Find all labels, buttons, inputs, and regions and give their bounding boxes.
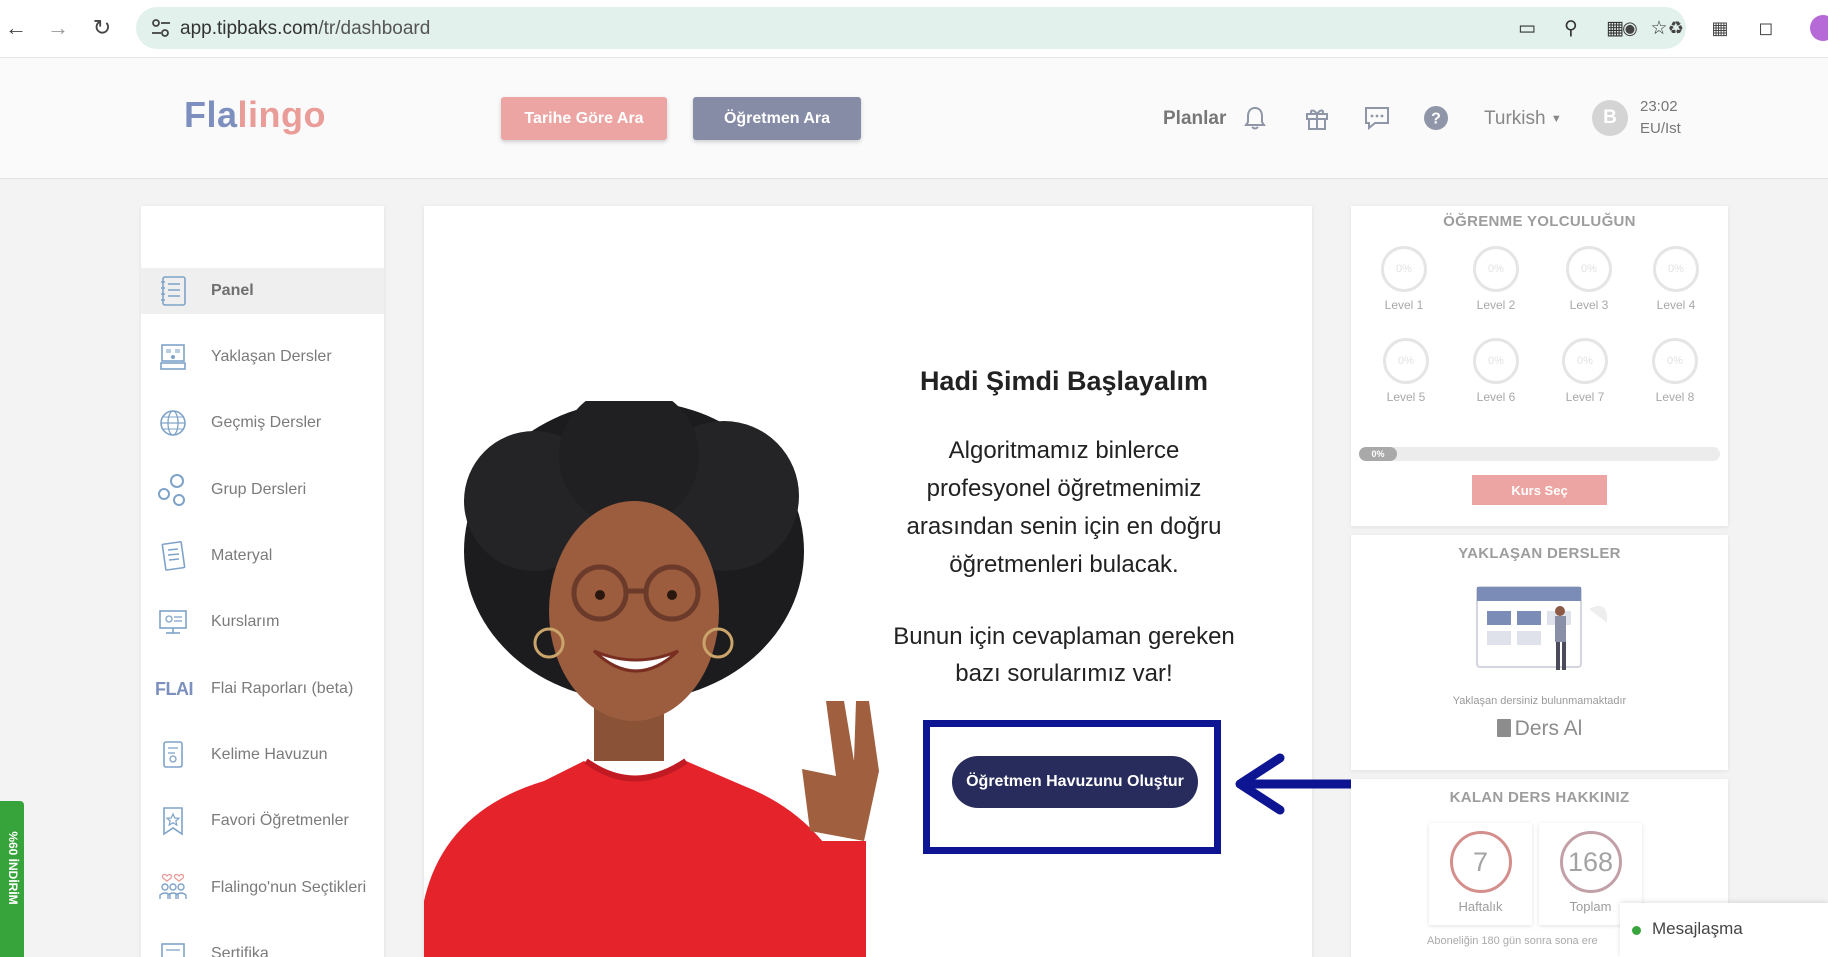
sidebar-item-picks[interactable]: Flalingo'nun Seçtikleri — [141, 865, 384, 911]
teacher-search-button[interactable]: Öğretmen Ara — [693, 97, 861, 140]
extension-icon-2[interactable]: ♻ — [1662, 14, 1690, 42]
flalingo-logo[interactable]: Flalingo — [184, 94, 326, 136]
flai-logo: FLAI — [155, 678, 194, 699]
level-7[interactable]: 0% Level 7 — [1550, 338, 1620, 404]
language-dropdown[interactable]: Turkish ▼ — [1484, 108, 1562, 130]
url-text: app.tipbaks.com/tr/dashboard — [180, 18, 431, 39]
site-header: Flalingo Tarihe Göre Ara Öğretmen Ara Pl… — [0, 58, 1828, 179]
site-settings-icon[interactable] — [150, 17, 172, 39]
bell-icon[interactable] — [1241, 104, 1269, 132]
monitor-icon — [159, 610, 187, 634]
globe-icon — [160, 410, 186, 436]
plans-link[interactable]: Planlar — [1163, 108, 1226, 130]
level-3[interactable]: 0% Level 3 — [1554, 246, 1624, 312]
create-teacher-pool-button[interactable]: Öğretmen Havuzunu Oluştur — [952, 756, 1198, 808]
welcome-title: Hadi Şimdi Başlayalım — [919, 366, 1209, 396]
back-icon[interactable]: ← — [0, 12, 32, 44]
journey-progress-bar: 0% — [1359, 447, 1720, 461]
discount-tab[interactable]: %60 İNDİRİM — [0, 801, 24, 957]
learning-journey-title: ÖĞRENME YOLCULUĞUN — [1443, 213, 1636, 230]
weekly-lessons-box: 7 Haftalık — [1429, 823, 1532, 925]
svg-text:?: ? — [1431, 111, 1441, 128]
certificate-icon — [161, 943, 185, 957]
welcome-card: Hadi Şimdi Başlayalım Algoritmamız binle… — [424, 206, 1312, 957]
sidebar-item-courses[interactable]: Kurslarım — [141, 599, 384, 645]
address-bar[interactable]: app.tipbaks.com/tr/dashboard ▭ ⚲ ▦ ☆ — [136, 7, 1686, 49]
notebook-icon — [161, 276, 186, 306]
document-icon — [1496, 719, 1511, 737]
sidebar: Panel Yaklaşan Dersler Geçmiş Dersler Gr… — [141, 206, 384, 957]
sidebar-item-certificate[interactable]: Sertifika — [141, 931, 384, 957]
level-4[interactable]: 0% Level 4 — [1641, 246, 1711, 312]
people-icon — [159, 873, 187, 899]
sidebar-item-panel[interactable]: Panel — [141, 268, 384, 314]
welcome-questions-text: Bunun için cevaplaman gereken bazı sorul… — [893, 623, 1235, 687]
sidebar-item-upcoming[interactable]: Yaklaşan Dersler — [141, 334, 384, 380]
sidebar-item-past[interactable]: Geçmiş Dersler — [141, 400, 384, 446]
extensions-puzzle-icon[interactable]: ◻ — [1752, 14, 1780, 42]
qr-icon[interactable]: ▦ — [1706, 14, 1734, 42]
calendar-icon — [160, 344, 186, 370]
sidebar-item-favorite-teachers[interactable]: Favori Öğretmenler — [141, 798, 384, 844]
gift-icon[interactable] — [1303, 104, 1331, 132]
online-status-icon — [1632, 926, 1641, 935]
level-6[interactable]: 0% Level 6 — [1461, 338, 1531, 404]
install-app-icon[interactable]: ▭ — [1514, 15, 1540, 41]
sidebar-item-word-pool[interactable]: Kelime Havuzun — [141, 732, 384, 778]
level-2[interactable]: 0% Level 2 — [1461, 246, 1531, 312]
help-icon[interactable]: ? — [1422, 104, 1450, 132]
select-course-button[interactable]: Kurs Seç — [1472, 475, 1607, 505]
clock: 23:02 EU/Ist — [1640, 98, 1681, 137]
subscription-note: Aboneliğin 180 gün sonra sona ere — [1427, 935, 1598, 947]
date-search-button[interactable]: Tarihe Göre Ara — [501, 97, 667, 140]
zoom-icon[interactable]: ⚲ — [1558, 15, 1584, 41]
document-icon — [161, 541, 186, 571]
messaging-widget[interactable]: Mesajlaşma — [1620, 903, 1828, 957]
message-icon[interactable] — [1363, 104, 1391, 132]
reload-icon[interactable]: ↻ — [86, 12, 118, 44]
upcoming-lessons-card: YAKLAŞAN DERSLER Yaklaşan dersiniz bulun… — [1351, 535, 1728, 770]
bubbles-icon — [158, 474, 185, 506]
bookmark-star-icon — [163, 807, 183, 836]
calendar-person-illustration — [1476, 586, 1608, 670]
sidebar-item-flai-reports[interactable]: FLAI Flai Raporları (beta) — [141, 666, 384, 712]
learning-journey-card: ÖĞRENME YOLCULUĞUN 0% Level 1 0% Level 2 0… — [1351, 206, 1728, 526]
caret-down-icon: ▼ — [1550, 112, 1562, 125]
book-icon — [163, 741, 183, 768]
sidebar-item-material[interactable]: Materyal — [141, 533, 384, 579]
browser-profile-avatar[interactable] — [1810, 15, 1828, 41]
no-upcoming-text: Yaklaşan dersiniz bulunmamaktadır — [1452, 695, 1627, 707]
browser-toolbar: ← → ↻ app.tipbaks.com/tr/dashboard ▭ ⚲ ▦… — [0, 0, 1828, 58]
forward-icon[interactable]: → — [42, 12, 74, 44]
level-1[interactable]: 0% Level 1 — [1369, 246, 1439, 312]
take-lesson-link[interactable]: Ders Al — [1351, 717, 1728, 741]
extension-icon-1[interactable]: ◉ — [1616, 14, 1644, 42]
upcoming-lessons-title: YAKLAŞAN DERSLER — [1458, 545, 1621, 562]
user-avatar[interactable]: B — [1592, 100, 1628, 136]
sidebar-item-group[interactable]: Grup Dersleri — [141, 467, 384, 513]
smiling-woman-illustration — [424, 401, 879, 957]
annotation-arrow-left-icon — [1235, 753, 1364, 815]
level-5[interactable]: 0% Level 5 — [1371, 338, 1441, 404]
level-8[interactable]: 0% Level 8 — [1640, 338, 1710, 404]
remaining-lessons-title: KALAN DERS HAKKINIZ — [1449, 789, 1630, 806]
welcome-description: Algoritmamız binlerce profesyonel öğretm… — [906, 437, 1222, 578]
